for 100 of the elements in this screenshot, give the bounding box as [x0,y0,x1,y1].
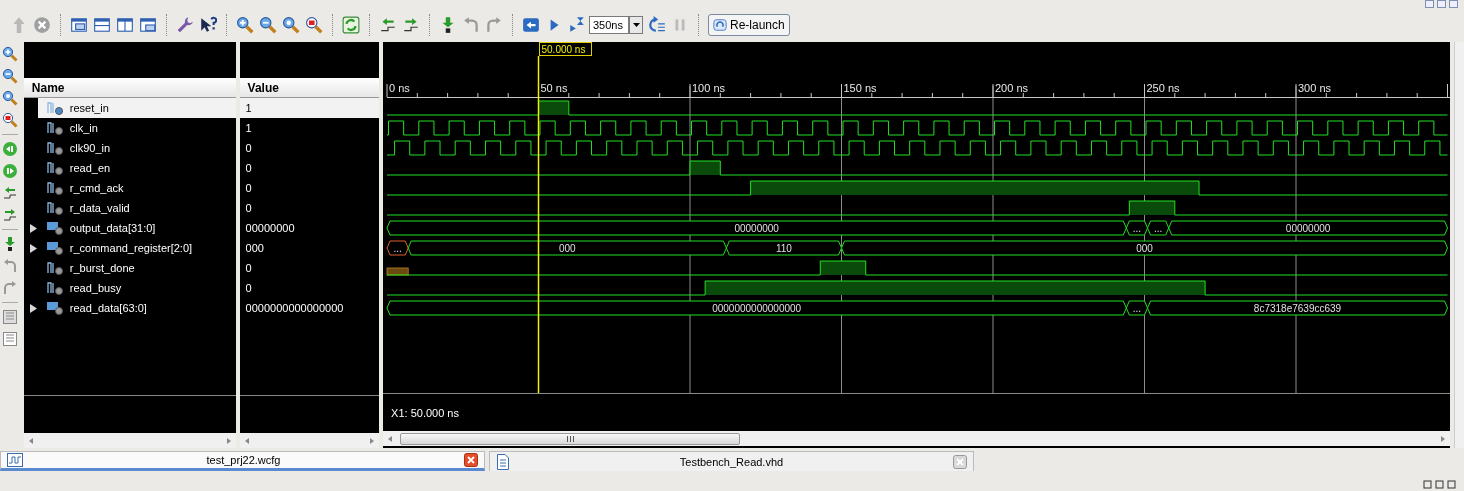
restart-icon[interactable] [648,16,666,34]
bus-signal-icon [46,301,63,315]
signal-name: r_cmd_ack [69,182,124,194]
bus-value: 0000000000000000 [712,303,802,314]
wrench-icon[interactable] [176,16,194,34]
magnifier-icon[interactable] [305,16,323,34]
signal-icon [46,121,63,135]
column-header[interactable]: Name [23,78,236,98]
close-window-icon[interactable] [1449,0,1458,8]
zoom-fit-icon[interactable] [1,90,18,106]
zoom-out-icon[interactable] [259,16,277,34]
magnifier-icon[interactable] [1,112,18,128]
close-icon[interactable] [464,453,478,467]
vertical-split-icon[interactable] [116,16,134,34]
horizontal-scrollbar[interactable] [239,433,380,448]
grip-icon [566,435,574,442]
restore-icon[interactable] [1437,0,1446,8]
relaunch-button[interactable]: Re-launch [708,14,790,36]
signal-row[interactable]: r_command_register[2:0] [23,238,236,258]
signal-name: r_command_register[2:0] [69,242,193,254]
redo-arrow-icon[interactable] [1,280,18,296]
bus-value: 8c7318e7639cc639 [1253,303,1342,314]
editor-tab[interactable]: test_prj22.wcfg [0,451,485,471]
signal-value: 0 [244,201,253,216]
cursor-line[interactable] [537,55,540,393]
bus-value: ... [1132,223,1142,234]
editor-tab[interactable]: Testbench_Read.vhd [489,451,974,471]
zoom-fit-icon[interactable] [282,16,300,34]
step-left-icon[interactable] [379,16,397,34]
zoom-in-icon[interactable] [236,16,254,34]
dropdown-button[interactable] [629,16,643,34]
list-pane-icon[interactable] [1,331,18,347]
signal-row[interactable]: clk90_in [23,138,236,158]
bus-value: ... [1132,303,1142,314]
bus-signal-icon [46,241,63,255]
redo-arrow-icon[interactable] [485,16,503,34]
help-icon[interactable] [199,16,217,34]
time-label: 100 ns [692,82,726,94]
scroll-left-icon[interactable] [28,437,33,444]
signal-name: output_data[31:0] [69,222,156,234]
undo-arrow-icon[interactable] [462,16,480,34]
step-right-icon[interactable] [1,207,18,223]
bus-value: ... [1154,223,1163,234]
waveform-file-icon [7,453,23,467]
vertical-scrollbar[interactable] [1454,42,1464,448]
signal-icon [46,281,63,295]
time-field[interactable]: 350ns [589,16,629,34]
caret-icon [632,23,640,27]
signal-value: 0 [244,141,253,156]
scroll-right-icon[interactable] [226,437,231,444]
pane-icon[interactable] [1,309,18,325]
horizontal-scrollbar[interactable] [383,431,1451,446]
scroll-right-icon[interactable] [1441,435,1446,442]
signal-icon [46,261,63,275]
document-icon [496,453,510,470]
scroll-left-icon[interactable] [244,437,249,444]
horizontal-split-icon[interactable] [93,16,111,34]
signal-row[interactable]: read_en [23,158,236,178]
run-time-icon[interactable] [568,16,586,34]
time-label: 300 ns [1298,82,1332,94]
previous-circle-icon[interactable] [1,141,18,157]
bus-value: 000 [559,243,576,254]
horizontal-scrollbar[interactable] [23,433,236,448]
signal-name: read_data[63:0] [69,302,147,314]
window-icon[interactable] [139,16,157,34]
signal-row[interactable]: read_busy [23,278,236,298]
signal-name: read_busy [69,282,122,294]
signal-row[interactable]: r_burst_done [23,258,236,278]
column-header[interactable]: Value [239,78,380,98]
signal-icon [46,181,63,195]
next-circle-icon[interactable] [1,163,18,179]
scroll-right-icon[interactable] [370,437,375,444]
step-right-icon[interactable] [402,16,420,34]
maximize-icon[interactable] [1447,480,1456,489]
signal-icon [46,101,63,115]
close-icon[interactable] [953,454,967,469]
signal-row[interactable]: read_data[63:0] [23,298,236,318]
cursor-readout: X1: 50.000 ns [391,406,459,419]
signal-row[interactable]: r_data_valid [23,198,236,218]
signal-name: r_data_valid [69,202,130,214]
expand-arrow-icon[interactable] [29,303,37,313]
scroll-thumb[interactable] [400,432,741,445]
refresh-icon[interactable] [342,16,360,34]
signal-row[interactable]: clk_in [23,118,236,138]
signal-value: 0 [244,161,253,176]
cascade-windows-icon[interactable] [70,16,88,34]
zoom-out-icon[interactable] [1,68,18,84]
signal-row[interactable]: output_data[31:0] [23,218,236,238]
zoom-in-icon[interactable] [1,46,18,62]
signal-value: 0 [244,281,253,296]
signal-row[interactable]: r_cmd_ack [23,178,236,198]
time-label: 50 ns [540,82,568,94]
scroll-left-icon[interactable] [388,435,393,442]
signal-value: 00000000 [244,221,296,236]
minimize-icon[interactable] [1425,0,1434,8]
step-left-icon[interactable] [1,185,18,201]
restore-icon[interactable] [1435,480,1444,489]
signal-name: clk_in [69,122,98,134]
resize-icon[interactable] [1423,480,1432,489]
bus-value: 00000000 [734,223,779,234]
